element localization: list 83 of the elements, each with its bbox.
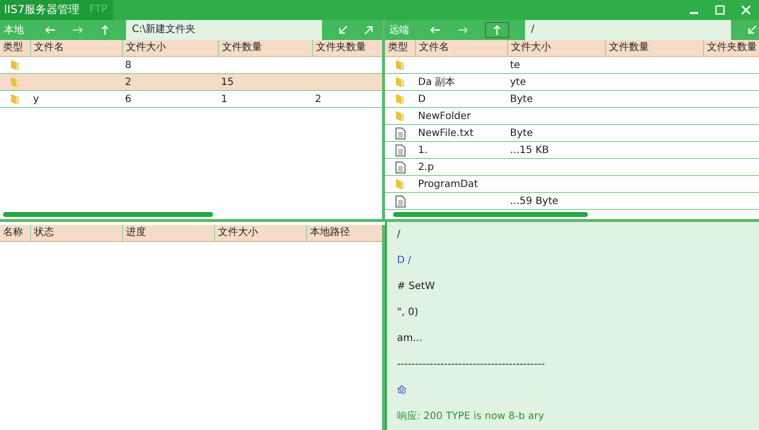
file-count: 15 [220, 76, 235, 88]
document-icon [394, 160, 406, 174]
file-row[interactable]: 2.p [385, 159, 759, 176]
file-size: 6 [124, 94, 132, 104]
column-header[interactable]: 文件大小 [122, 40, 218, 56]
pane-label: 本地 [3, 24, 25, 37]
pane-label: 远端 [388, 24, 410, 37]
forward-arrow-icon[interactable] [457, 25, 469, 35]
folder-icon [9, 76, 21, 88]
column-header[interactable]: 文件夹数量 [312, 40, 382, 56]
file-row[interactable]: D Byte [385, 91, 759, 108]
file-size: Byte [509, 128, 534, 138]
file-row[interactable]: te [385, 57, 759, 74]
window-title: IIS7服务器管理 [0, 0, 84, 20]
file-name: y [32, 94, 40, 104]
scrollbar[interactable] [393, 212, 588, 217]
log-line: # SetW [397, 280, 436, 294]
folder-icon [394, 178, 406, 190]
column-header[interactable]: 文件数量 [218, 40, 312, 56]
down-left-arrow-icon[interactable] [338, 25, 348, 35]
column-header[interactable]: 状态 [30, 225, 122, 241]
file-name: ProgramDat [417, 178, 479, 190]
column-header[interactable]: 类型 [385, 40, 415, 56]
file-size: Byte [509, 94, 534, 104]
file-row[interactable]: ProgramDat [385, 176, 759, 193]
file-row[interactable]: Da 副本 yte [385, 74, 759, 91]
file-name: Da 副本 [417, 76, 456, 89]
down-left-arrow-icon[interactable] [747, 25, 757, 35]
file-count: 1 [220, 94, 228, 104]
file-name: D [417, 94, 427, 104]
document-icon [394, 144, 406, 156]
column-header[interactable]: 文件大小 [214, 225, 306, 241]
up-right-arrow-icon[interactable] [364, 25, 374, 35]
column-header[interactable]: 文件夹数量 [703, 40, 759, 56]
file-size: ...15 KB [509, 144, 550, 156]
file-row[interactable]: 1. ...15 KB [385, 142, 759, 159]
column-header[interactable]: 文件大小 [507, 40, 605, 56]
path-field[interactable]: / [525, 20, 731, 40]
file-size: 8 [124, 60, 132, 70]
file-row[interactable]: y 6 1 2 [0, 91, 382, 108]
file-size: ...59 Byte [509, 196, 560, 206]
log-line: ----------------------------------------- [397, 358, 546, 372]
close-icon[interactable] [741, 5, 751, 15]
column-header[interactable]: 本地路径 [306, 225, 382, 241]
back-arrow-icon[interactable] [44, 25, 56, 35]
file-row[interactable]: NewFolder [385, 108, 759, 125]
folder-count: 2 [314, 94, 322, 104]
document-icon [394, 194, 406, 208]
column-header[interactable]: 文件名 [30, 40, 122, 56]
forward-arrow-icon[interactable] [72, 25, 84, 35]
file-name: 2.p [417, 162, 435, 172]
folder-icon [394, 59, 406, 71]
column-header[interactable]: 文件名 [415, 40, 507, 56]
back-arrow-icon[interactable] [429, 25, 441, 35]
folder-icon [394, 110, 406, 122]
log-line: 响应: 200 TYPE is now 8-b ary [397, 410, 546, 424]
file-row[interactable]: 2 15 [0, 74, 382, 91]
file-size: yte [509, 76, 527, 88]
column-header[interactable]: 名称 [0, 225, 30, 241]
column-header[interactable]: 进度 [122, 225, 214, 241]
file-size: te [509, 60, 522, 70]
log-line: am... [397, 332, 424, 346]
column-header[interactable]: 类型 [0, 40, 30, 56]
ftp-label: FTP [83, 0, 114, 20]
column-header[interactable]: 文件数量 [605, 40, 703, 56]
document-icon [394, 126, 406, 140]
file-row[interactable]: ...59 Byte [385, 193, 759, 210]
folder-icon [394, 93, 406, 105]
log-line: / [397, 228, 402, 242]
file-size: 2 [124, 76, 132, 88]
scrollbar[interactable] [3, 212, 213, 217]
log-line: ", 0) [397, 306, 420, 320]
file-name: NewFile.txt [417, 128, 474, 138]
file-row[interactable]: NewFile.txt Byte [385, 125, 759, 142]
path-field[interactable]: C:\新建文件夹 [126, 20, 322, 40]
file-name: 1. [417, 144, 429, 156]
log-line: 命 [397, 384, 408, 398]
file-name: NewFolder [417, 110, 472, 122]
folder-icon [394, 76, 406, 88]
maximize-icon[interactable] [715, 5, 725, 15]
log-line: D / [397, 254, 412, 268]
folder-icon [9, 93, 21, 105]
folder-icon [9, 59, 21, 71]
